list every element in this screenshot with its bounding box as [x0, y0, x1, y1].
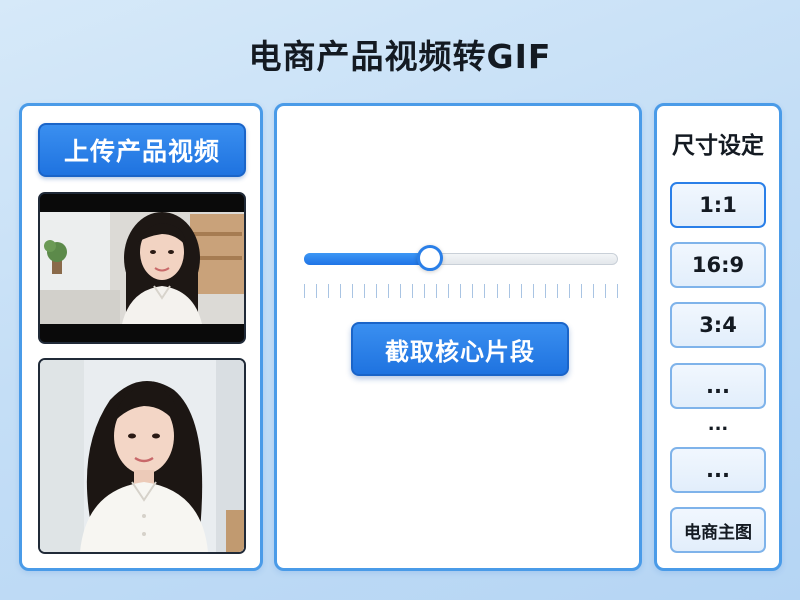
timeline-tick	[568, 284, 570, 298]
size-option-more-1[interactable]: ...	[670, 363, 766, 409]
size-settings-panel: 尺寸设定 1:1 16:9 3:4 ... ... ... 电商主图	[654, 103, 782, 571]
portrait-image	[40, 360, 244, 552]
clip-editor-panel: 截取核心片段	[274, 103, 642, 571]
timeline-tick	[316, 284, 318, 298]
timeline-tick	[448, 284, 450, 298]
timeline-tick	[364, 284, 366, 298]
timeline-ticks	[304, 284, 618, 300]
slider-fill	[304, 253, 430, 265]
timeline-tick	[580, 284, 582, 298]
size-option-16-9[interactable]: 16:9	[670, 242, 766, 288]
timeline-tick	[532, 284, 534, 298]
timeline-tick	[616, 284, 618, 298]
timeline-tick	[508, 284, 510, 298]
timeline-tick	[412, 284, 414, 298]
slider-handle[interactable]	[416, 245, 443, 271]
timeline-tick	[376, 284, 378, 298]
timeline-tick	[400, 284, 402, 298]
size-options-ellipsis: ...	[707, 414, 729, 435]
page-title: 电商产品视频转GIF	[248, 37, 552, 76]
timeline-tick	[436, 284, 438, 298]
timeline-tick	[328, 284, 330, 298]
timeline-tick	[304, 284, 305, 298]
video-thumbnail-landscape[interactable]	[38, 192, 246, 344]
timeline-tick	[556, 284, 558, 298]
timeline-tick	[520, 284, 522, 298]
size-option-ecommerce-main[interactable]: 电商主图	[670, 507, 766, 553]
timeline-tick	[388, 284, 390, 298]
upload-video-button[interactable]: 上传产品视频	[38, 123, 246, 177]
timeline-tick	[604, 284, 606, 298]
video-thumbnail-portrait[interactable]	[38, 358, 246, 554]
timeline-tick	[352, 284, 354, 298]
size-option-3-4[interactable]: 3:4	[670, 302, 766, 348]
timeline-tick	[484, 284, 486, 298]
timeline-tick	[496, 284, 498, 298]
size-settings-title: 尺寸设定	[672, 133, 764, 159]
portrait-image	[40, 194, 244, 342]
timeline-slider[interactable]	[304, 245, 618, 271]
timeline-tick	[340, 284, 342, 298]
timeline-tick	[424, 284, 426, 298]
timeline-tick	[544, 284, 546, 298]
timeline-tick	[592, 284, 594, 298]
timeline-tick	[472, 284, 474, 298]
timeline-tick	[460, 284, 462, 298]
size-option-1-1[interactable]: 1:1	[670, 182, 766, 228]
video-panel: 上传产品视频	[19, 103, 263, 571]
clip-core-segment-button[interactable]: 截取核心片段	[351, 322, 569, 376]
size-option-more-2[interactable]: ...	[670, 447, 766, 493]
